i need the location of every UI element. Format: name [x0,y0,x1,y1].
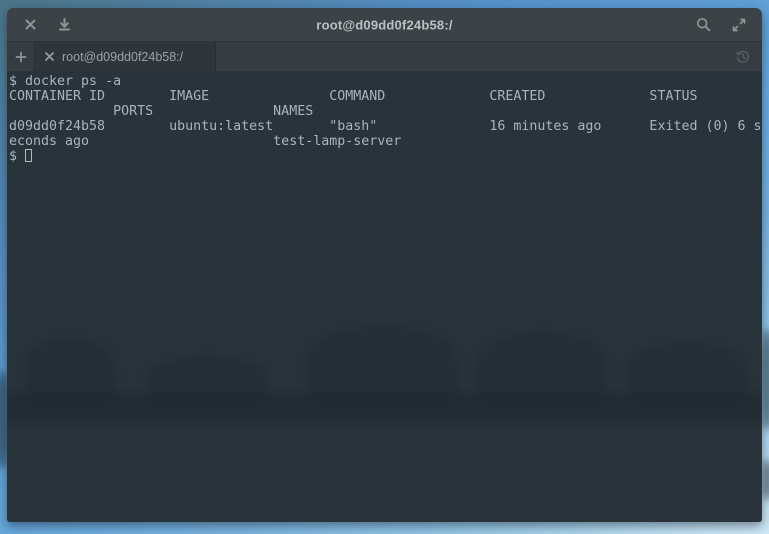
history-button[interactable] [735,49,751,65]
terminal-line-command: $ docker ps -a [9,74,762,89]
tab-close-button[interactable] [45,52,54,61]
search-icon [696,17,711,32]
close-window-button[interactable] [17,12,43,38]
terminal-window: root@d09dd0f24b58:/ [7,8,762,522]
wallpaper-tree-silhouette [761,330,769,430]
search-button[interactable] [690,12,716,38]
tab-bar: root@d09dd0f24b58:/ [7,42,762,71]
close-icon [45,52,54,61]
terminal-line-row-wrap: econds ago test-lamp-server [9,134,762,149]
history-icon [735,49,751,65]
terminal-line-prompt: $ [9,149,762,164]
terminal-cursor [25,149,32,162]
close-icon [25,19,36,30]
terminal-screen[interactable]: $ docker ps -a CONTAINER ID IMAGE COMMAN… [7,71,762,522]
wallpaper-tree-silhouette [762,460,769,500]
download-button[interactable] [51,12,77,38]
terminal-line-header: CONTAINER ID IMAGE COMMAND CREATED STATU… [9,89,762,104]
expand-icon [732,18,746,32]
tab-root-session[interactable]: root@d09dd0f24b58:/ [35,42,216,71]
shell-prompt: $ [9,149,25,164]
terminal-line-header-wrap: PORTS NAMES [9,104,762,119]
desktop: { "window": { "title": "root@d09dd0f24b5… [0,0,769,534]
terminal-line-container-row: d09dd0f24b58 ubuntu:latest "bash" 16 min… [9,119,762,134]
download-icon [58,18,71,31]
maximize-button[interactable] [726,12,752,38]
window-title: root@d09dd0f24b58:/ [316,17,452,32]
titlebar[interactable]: root@d09dd0f24b58:/ [7,8,762,42]
new-tab-button[interactable] [7,42,35,71]
plus-icon [15,51,27,63]
tab-label: root@d09dd0f24b58:/ [62,50,183,64]
terminal-output: $ docker ps -a CONTAINER ID IMAGE COMMAN… [7,71,762,164]
